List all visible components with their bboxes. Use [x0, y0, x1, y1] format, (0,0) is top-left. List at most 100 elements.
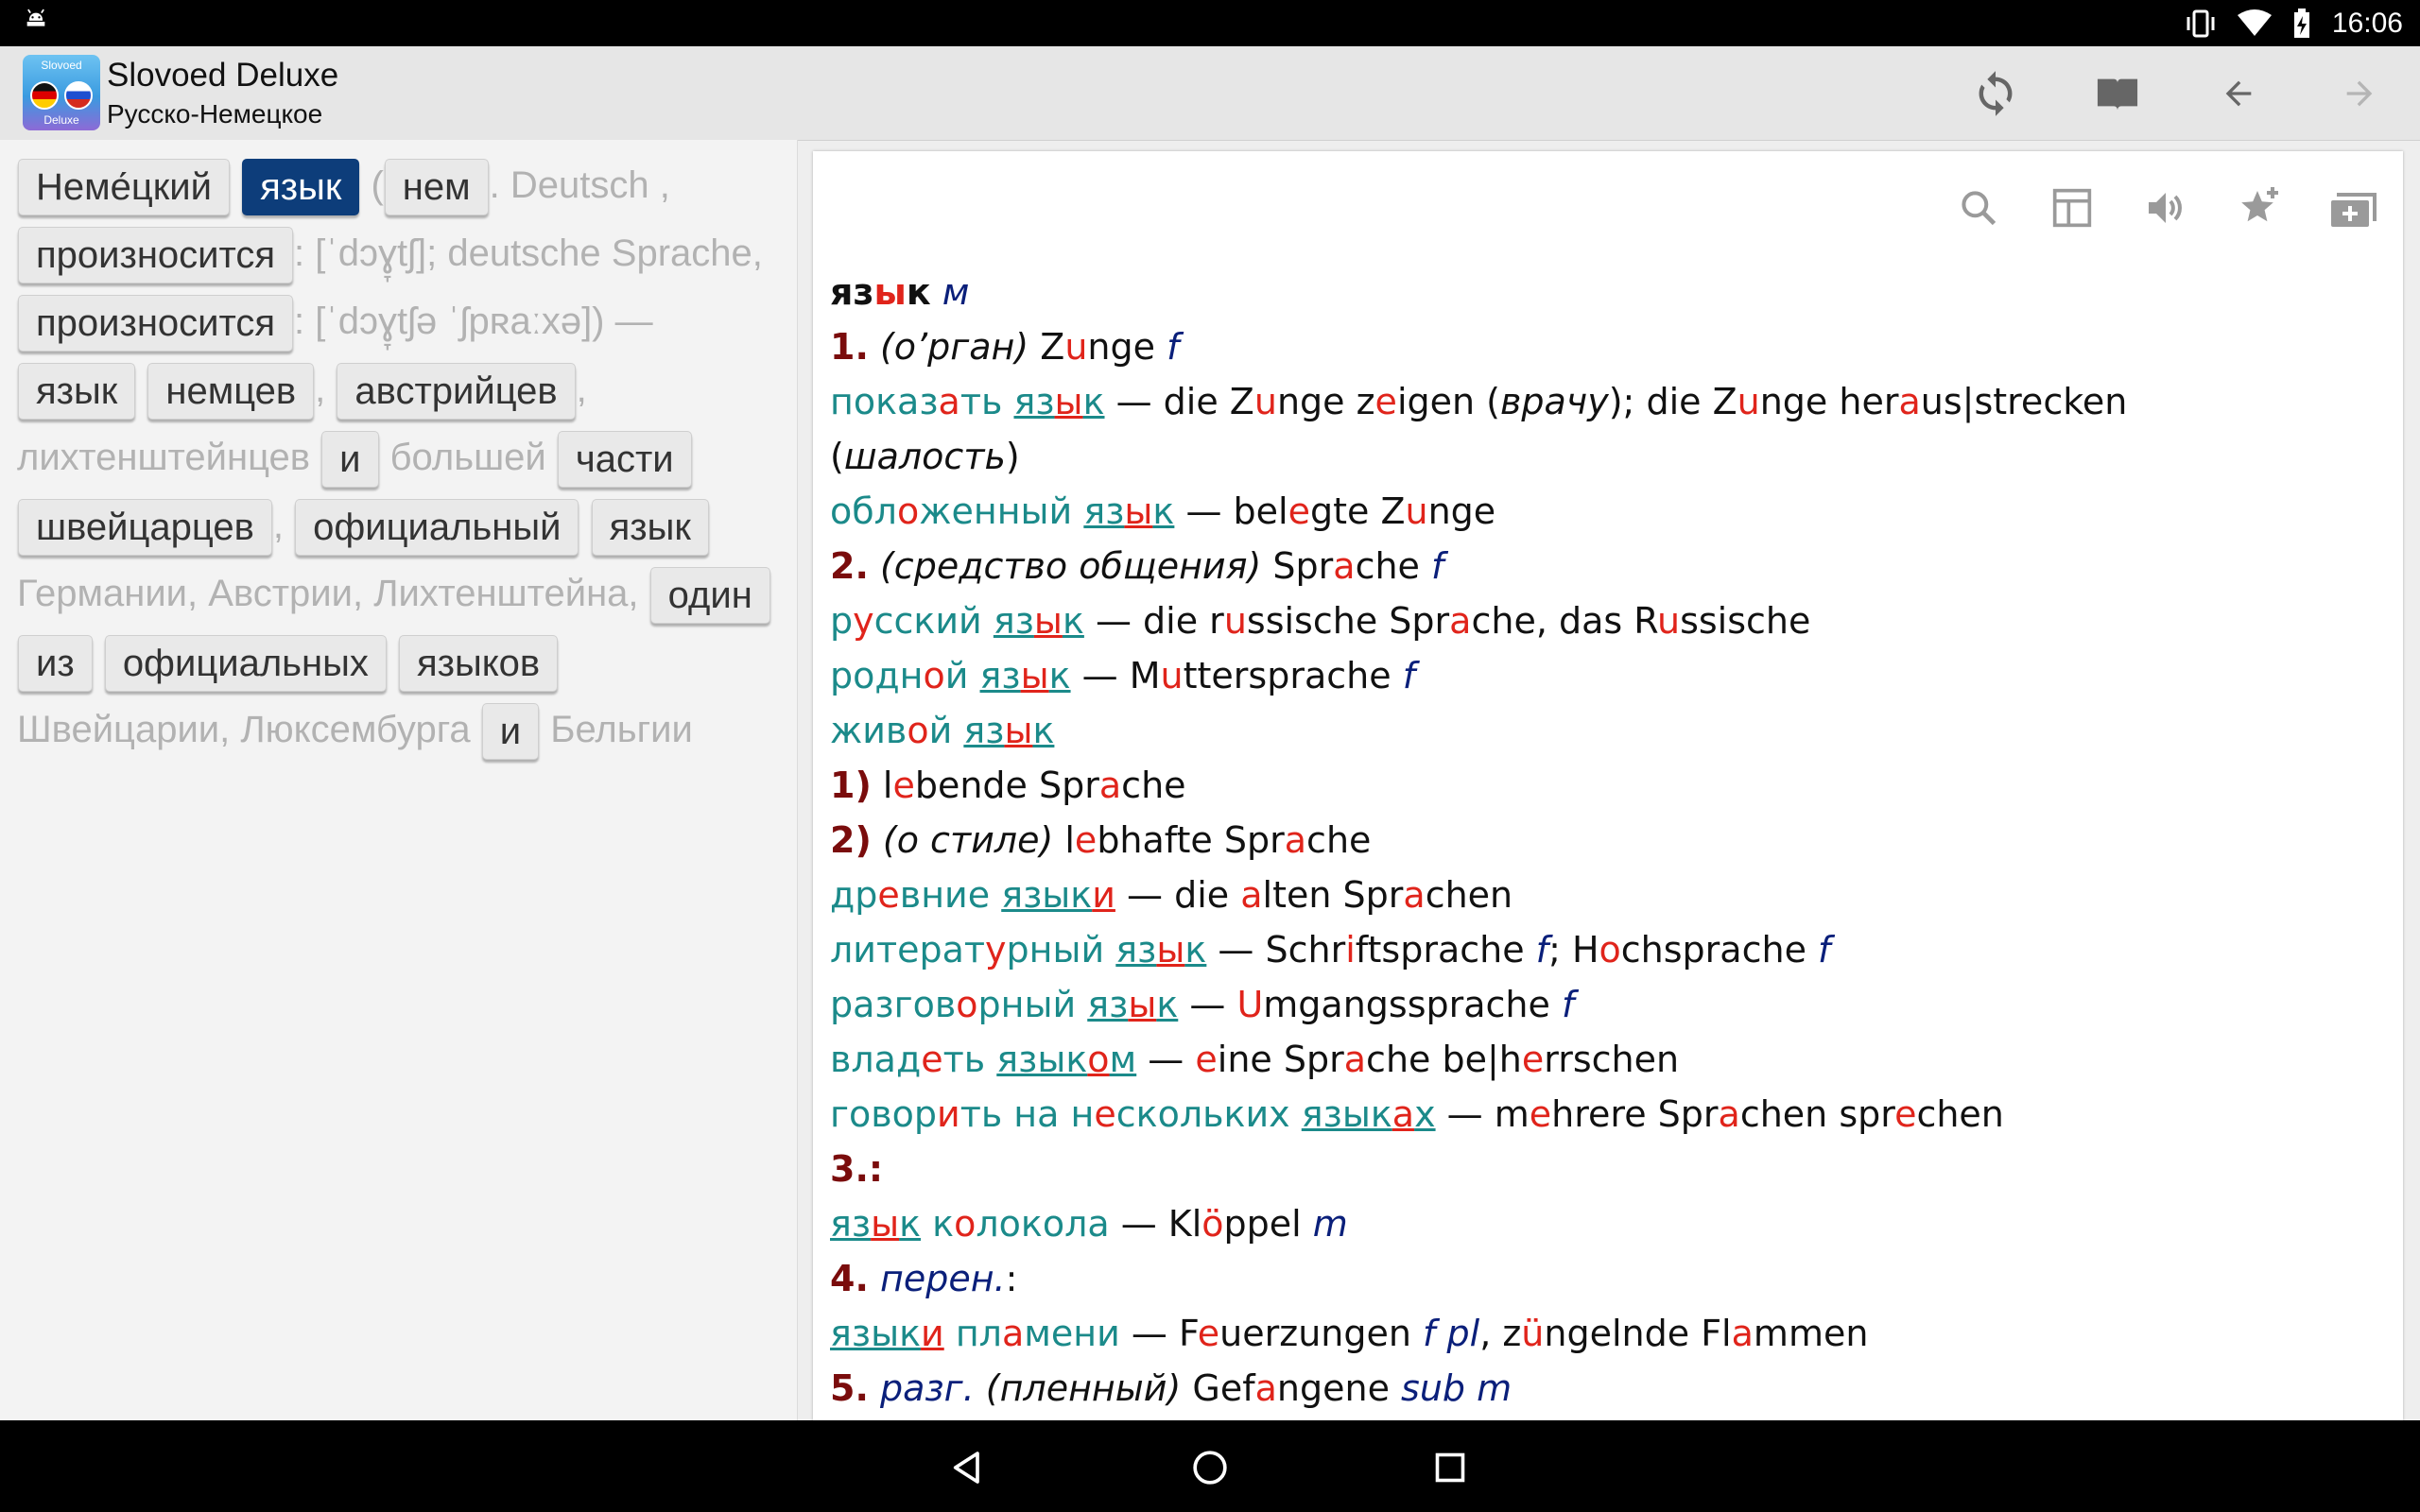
text-segment: chsprache [1620, 929, 1819, 971]
headword-link[interactable]: яз [994, 600, 1034, 642]
word-token[interactable]: официальных [104, 635, 387, 693]
table-button[interactable] [2044, 180, 2100, 236]
headword-link[interactable]: яз [1013, 381, 1054, 422]
headword-link[interactable]: яз [1087, 984, 1128, 1025]
text-segment: uerzungen [1219, 1313, 1424, 1354]
headword-link[interactable]: а [1392, 1093, 1414, 1135]
headword-link[interactable]: язык [1302, 1093, 1392, 1135]
text-segment: a [1718, 1093, 1740, 1135]
headword-link[interactable]: ы [1156, 929, 1184, 971]
headword-link[interactable]: к [1083, 381, 1105, 422]
article-line: 1. (о’рган) Zunge f [830, 319, 2380, 374]
word-token[interactable]: Неме́цкий [18, 159, 230, 216]
word-token[interactable]: и [481, 703, 540, 761]
grammar-label: sub m [1401, 1367, 1512, 1409]
headword-link[interactable]: ы [1124, 490, 1152, 532]
article-line: 4. перен.: [830, 1251, 2380, 1306]
search-button[interactable] [1950, 180, 2007, 236]
headword-link[interactable]: к [1184, 929, 1206, 971]
russian-phrase: мени [1024, 1313, 1120, 1354]
text-segment: a [1098, 765, 1122, 806]
headword-link[interactable]: ы [1034, 600, 1063, 642]
sentence-text: Германии, Австрии, Лихтенштейна, [17, 573, 649, 614]
text-segment: Gef [1181, 1367, 1255, 1409]
add-favorite-button[interactable] [2231, 180, 2288, 236]
headword-link[interactable]: к [1049, 655, 1071, 696]
pronunciation-button[interactable] [2137, 180, 2194, 236]
text-segment: a [1898, 381, 1921, 422]
headword-link[interactable]: к [1032, 710, 1054, 751]
headword-link[interactable]: к [1152, 490, 1174, 532]
back-triangle-icon [953, 1452, 979, 1484]
headword-link[interactable]: к [899, 1203, 921, 1245]
back-button[interactable] [2210, 67, 2267, 120]
headword-link[interactable]: яз [1115, 929, 1156, 971]
word-token[interactable]: произносится [18, 295, 294, 352]
headword-link[interactable]: ы [1128, 984, 1156, 1025]
text-segment: igen ( [1396, 381, 1500, 422]
nav-home-button[interactable] [1180, 1437, 1240, 1498]
usage-note: (средство общения) [879, 545, 1262, 587]
text-segment: — m [1435, 1093, 1530, 1135]
headword-link[interactable]: х [1414, 1093, 1436, 1135]
word-token[interactable]: один [649, 567, 770, 625]
word-token[interactable]: части [557, 431, 692, 489]
headword-link[interactable]: язык [1001, 874, 1092, 916]
word-token[interactable]: немцев [147, 363, 315, 421]
text-segment: a [1449, 600, 1472, 642]
headword-link[interactable]: м [1110, 1039, 1137, 1080]
text-segment: chen [1425, 874, 1513, 916]
headword-link[interactable]: ы [1021, 655, 1049, 696]
word-token[interactable]: произносится [18, 227, 294, 284]
headword-link[interactable]: ы [1004, 710, 1032, 751]
add-card-button[interactable] [2325, 180, 2382, 236]
word-token[interactable]: нем [384, 159, 489, 216]
headword-link[interactable]: яз [830, 1203, 871, 1245]
grammar-label: перен. [879, 1258, 1006, 1299]
article-line: родной язык — Muttersprache f [830, 648, 2380, 703]
text-segment: nge her [1759, 381, 1899, 422]
text-segment: e [1529, 1093, 1552, 1135]
text-segment: e [1288, 490, 1310, 532]
word-token[interactable]: австрийцев [337, 363, 576, 421]
headword-link[interactable]: и [921, 1313, 944, 1354]
android-icon [26, 9, 45, 26]
word-token[interactable]: языков [398, 635, 559, 693]
grammar-label: м [942, 271, 970, 313]
forward-button[interactable] [2331, 67, 2388, 120]
text-segment: che [1121, 765, 1186, 806]
headword-link[interactable]: ы [1055, 381, 1083, 422]
headword-link[interactable]: яз [980, 655, 1021, 696]
headword-link[interactable]: язык [996, 1039, 1087, 1080]
sentence-text [136, 369, 147, 410]
selected-word-token[interactable]: язык [242, 159, 360, 216]
headword-link[interactable]: и [1092, 874, 1115, 916]
word-token[interactable]: язык [18, 363, 136, 421]
dictionary-button[interactable] [2089, 67, 2146, 120]
headword-link[interactable]: язык [830, 1313, 921, 1354]
headword-link[interactable]: яз [1083, 490, 1124, 532]
russian-phrase: о [956, 984, 978, 1025]
word-token[interactable]: язык [591, 499, 709, 557]
grammar-label: f pl [1423, 1313, 1480, 1354]
text-segment: a [1403, 874, 1426, 916]
headword-link[interactable]: яз [963, 710, 1004, 751]
text-segment: e [1197, 1313, 1220, 1354]
word-token[interactable]: швейцарцев [18, 499, 272, 557]
text-segment: — M [1070, 655, 1161, 696]
word-token[interactable]: и [321, 431, 379, 489]
dictionary-article: язык м 1. (о’рган) Zunge f показать язык —… [830, 265, 2380, 1416]
headword-link[interactable]: к [1063, 600, 1084, 642]
word-token[interactable]: официальный [295, 499, 579, 557]
russian-phrase: локола [976, 1203, 1110, 1245]
text-segment [869, 1258, 880, 1299]
nav-back-button[interactable] [938, 1437, 998, 1498]
headword-link[interactable]: ы [871, 1203, 899, 1245]
nav-recents-button[interactable] [1420, 1437, 1480, 1498]
sync-button[interactable] [1967, 67, 2024, 120]
russian-phrase: й [928, 710, 964, 751]
headword-link[interactable]: о [1087, 1039, 1109, 1080]
headword-link[interactable]: к [1156, 984, 1178, 1025]
word-token[interactable]: из [18, 635, 93, 693]
article-line: русский язык — die russische Sprache, da… [830, 593, 2380, 648]
